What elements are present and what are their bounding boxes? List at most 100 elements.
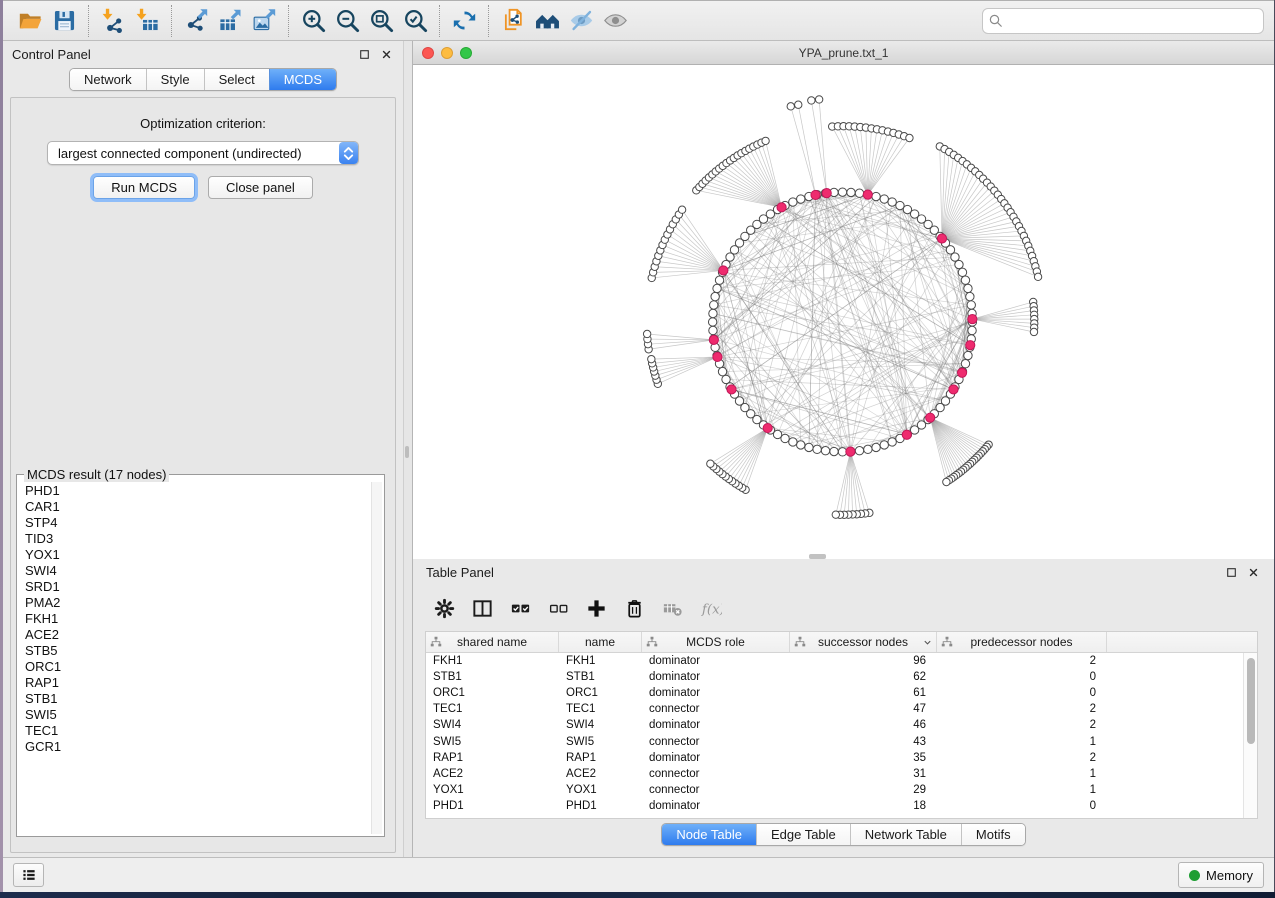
mcds-result-item[interactable]: ACE2 — [25, 627, 371, 643]
tab-mcds[interactable]: MCDS — [269, 69, 336, 90]
tab-style[interactable]: Style — [146, 69, 204, 90]
mcds-result-item[interactable]: STB1 — [25, 691, 371, 707]
search-input[interactable] — [1007, 12, 1259, 29]
export-image-icon — [251, 7, 278, 34]
table-row[interactable]: YOX1YOX1connector291 — [426, 782, 1257, 798]
table-tab-motifs[interactable]: Motifs — [961, 824, 1025, 845]
duplicate-network-button[interactable] — [496, 6, 530, 36]
mcds-result-item[interactable]: TID3 — [25, 531, 371, 547]
zoom-fit-button[interactable] — [364, 6, 398, 36]
close-panel-button[interactable] — [379, 47, 394, 62]
mcds-result-item[interactable]: ORC1 — [25, 659, 371, 675]
search-box[interactable] — [982, 8, 1264, 34]
column-header-filler — [1107, 632, 1257, 652]
mcds-result-item[interactable]: TEC1 — [25, 723, 371, 739]
cell-mcds-role: connector — [642, 768, 790, 780]
minimize-window-icon[interactable] — [441, 47, 453, 59]
cell-shared-name: STB1 — [426, 671, 559, 683]
split-panel-icon — [471, 597, 494, 620]
tab-network[interactable]: Network — [70, 69, 146, 90]
network-canvas[interactable] — [413, 65, 1274, 559]
hide-selected-icon — [568, 7, 595, 34]
panel-resize-grip[interactable] — [809, 554, 826, 559]
table-row[interactable]: ACE2ACE2connector311 — [426, 766, 1257, 782]
table-row[interactable]: STB1STB1dominator620 — [426, 669, 1257, 685]
deselect-all-checkboxes-button[interactable] — [547, 597, 570, 620]
search-icon — [987, 12, 1005, 30]
mcds-result-scrollbar[interactable] — [371, 482, 382, 834]
table-scrollbar-thumb[interactable] — [1247, 658, 1255, 744]
float-panel-button[interactable] — [357, 47, 372, 62]
mcds-result-item[interactable]: STB5 — [25, 643, 371, 659]
zoom-selected-button[interactable] — [398, 6, 432, 36]
column-header-successor_nodes[interactable]: successor nodes — [790, 632, 937, 652]
close-window-icon[interactable] — [422, 47, 434, 59]
network-graph[interactable] — [413, 65, 1274, 559]
mcds-result-item[interactable]: FKH1 — [25, 611, 371, 627]
tab-select[interactable]: Select — [204, 69, 269, 90]
control-panel-header: Control Panel — [3, 41, 403, 67]
refresh-button[interactable] — [447, 6, 481, 36]
maximize-window-icon[interactable] — [460, 47, 472, 59]
cell-successor-nodes: 35 — [790, 752, 937, 764]
column-header-name[interactable]: name — [559, 632, 642, 652]
column-header-mcds_role[interactable]: MCDS role — [642, 632, 790, 652]
vertical-splitter[interactable] — [403, 41, 413, 857]
criterion-select[interactable]: largest connected component (undirected) — [47, 141, 359, 165]
cell-shared-name: ACE2 — [426, 768, 559, 780]
mcds-result-item[interactable]: SWI4 — [25, 563, 371, 579]
table-row[interactable]: ORC1ORC1dominator610 — [426, 685, 1257, 701]
float-table-panel-button[interactable] — [1224, 565, 1239, 580]
export-table-button[interactable] — [213, 6, 247, 36]
export-image-button[interactable] — [247, 6, 281, 36]
table-scrollbar[interactable] — [1243, 653, 1257, 818]
run-mcds-button[interactable]: Run MCDS — [93, 176, 195, 199]
open-file-button[interactable] — [13, 6, 47, 36]
add-column-plus-icon — [585, 597, 608, 620]
table-row[interactable]: RAP1RAP1dominator352 — [426, 750, 1257, 766]
memory-button[interactable]: Memory — [1178, 862, 1264, 888]
zoom-out-button[interactable] — [330, 6, 364, 36]
settings-gear-button[interactable] — [433, 597, 456, 620]
table-row[interactable]: TEC1TEC1connector472 — [426, 701, 1257, 717]
zoom-selected-icon — [402, 7, 429, 34]
split-panel-button[interactable] — [471, 597, 494, 620]
table-tab-network-table[interactable]: Network Table — [850, 824, 961, 845]
toolbar-icons — [13, 5, 632, 37]
mcds-result-item[interactable]: RAP1 — [25, 675, 371, 691]
hide-selected-button[interactable] — [564, 6, 598, 36]
mcds-result-item[interactable]: PMA2 — [25, 595, 371, 611]
first-neighbors-button[interactable] — [530, 6, 564, 36]
table-row[interactable]: FKH1FKH1dominator962 — [426, 653, 1257, 669]
mcds-result-item[interactable]: GCR1 — [25, 739, 371, 755]
mcds-result-item[interactable]: YOX1 — [25, 547, 371, 563]
export-network-button[interactable] — [179, 6, 213, 36]
table-row[interactable]: SWI5SWI5connector431 — [426, 733, 1257, 749]
import-network-button[interactable] — [96, 6, 130, 36]
save-session-button[interactable] — [47, 6, 81, 36]
mcds-result-item[interactable]: SWI5 — [25, 707, 371, 723]
mcds-result-item[interactable]: CAR1 — [25, 499, 371, 515]
table-row[interactable]: PHD1PHD1dominator180 — [426, 798, 1257, 814]
cell-shared-name: PHD1 — [426, 800, 559, 812]
select-all-checkboxes-button[interactable] — [509, 597, 532, 620]
table-tab-edge-table[interactable]: Edge Table — [756, 824, 850, 845]
mcds-result-item[interactable]: STP4 — [25, 515, 371, 531]
status-menu-button[interactable] — [13, 863, 44, 887]
column-header-shared_name[interactable]: shared name — [426, 632, 559, 652]
zoom-in-button[interactable] — [296, 6, 330, 36]
close-panel-button-mcds[interactable]: Close panel — [208, 176, 313, 199]
show-all-button[interactable] — [598, 6, 632, 36]
import-table-button[interactable] — [130, 6, 164, 36]
delete-trash-button[interactable] — [623, 597, 646, 620]
close-table-panel-button[interactable] — [1246, 565, 1261, 580]
table-toolbar: f(x) — [413, 585, 1274, 631]
cell-mcds-role: connector — [642, 703, 790, 715]
mcds-result-item[interactable]: SRD1 — [25, 579, 371, 595]
add-column-plus-button[interactable] — [585, 597, 608, 620]
column-header-predecessor_nodes[interactable]: predecessor nodes — [937, 632, 1107, 652]
table-tab-node-table[interactable]: Node Table — [662, 824, 756, 845]
mcds-result-item[interactable]: PHD1 — [25, 483, 371, 499]
table-row[interactable]: SWI4SWI4dominator462 — [426, 717, 1257, 733]
cell-name: ORC1 — [559, 687, 642, 699]
